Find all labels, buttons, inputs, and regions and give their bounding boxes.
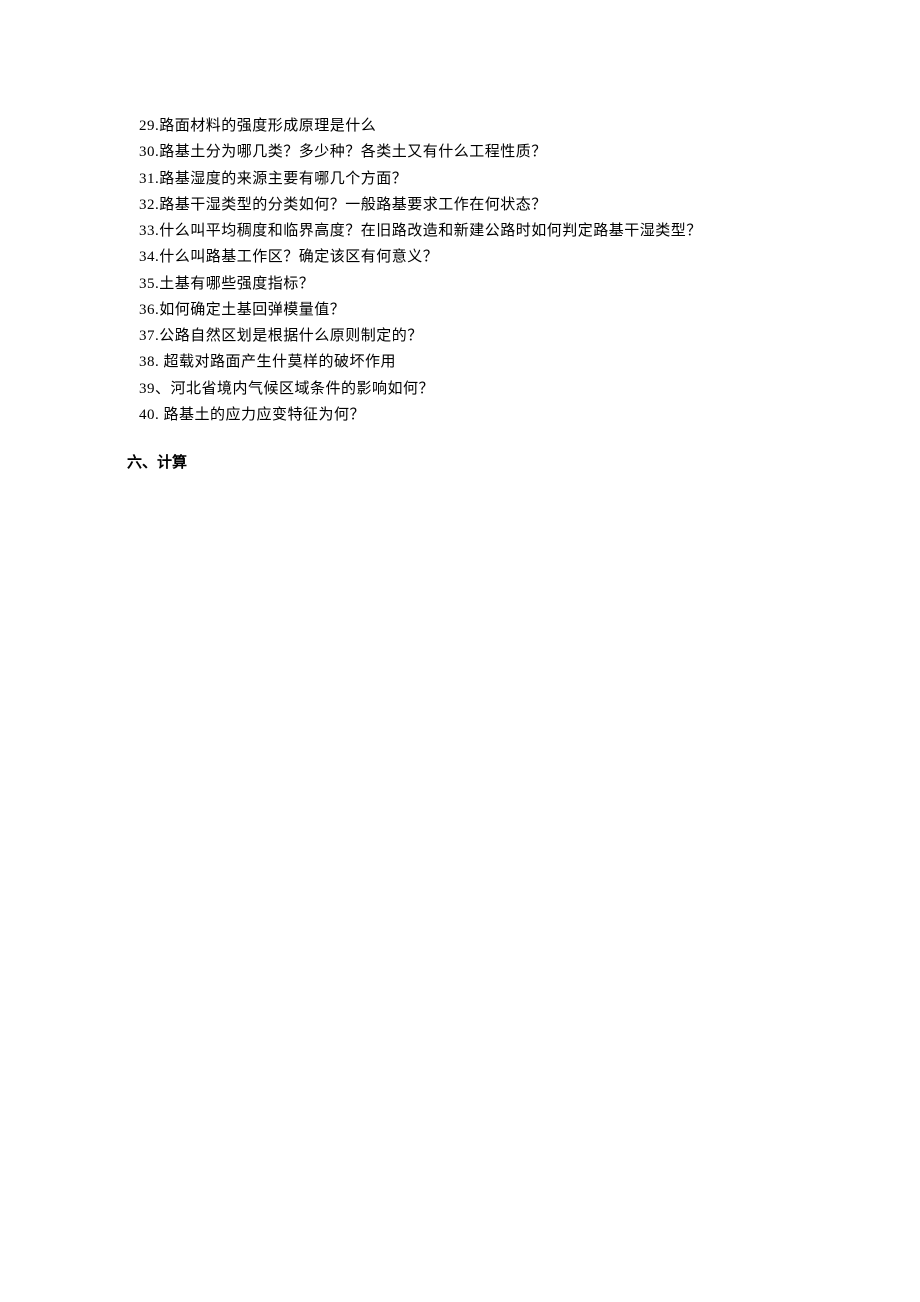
question-32: 32.路基干湿类型的分类如何？一般路基要求工作在何状态？ — [139, 192, 820, 218]
question-29: 29.路面材料的强度形成原理是什么 — [139, 113, 820, 139]
question-35: 35.土基有哪些强度指标？ — [139, 271, 820, 297]
question-30: 30.路基土分为哪几类？多少种？各类土又有什么工程性质？ — [139, 139, 820, 165]
question-31: 31.路基湿度的来源主要有哪几个方面？ — [139, 166, 820, 192]
question-38: 38. 超载对路面产生什莫样的破坏作用 — [139, 349, 820, 375]
question-40: 40. 路基土的应力应变特征为何？ — [139, 402, 820, 428]
question-36: 36.如何确定土基回弹模量值？ — [139, 297, 820, 323]
question-39: 39、河北省境内气候区域条件的影响如何？ — [139, 376, 820, 402]
question-33: 33.什么叫平均稠度和临界高度？在旧路改造和新建公路时如何判定路基干湿类型？ — [139, 218, 820, 244]
question-37: 37.公路自然区划是根据什么原则制定的？ — [139, 323, 820, 349]
question-34: 34.什么叫路基工作区？确定该区有何意义？ — [139, 244, 820, 270]
document-content: 29.路面材料的强度形成原理是什么 30.路基土分为哪几类？多少种？各类土又有什… — [139, 113, 820, 476]
section-six-heading: 六、计算 — [127, 450, 820, 476]
